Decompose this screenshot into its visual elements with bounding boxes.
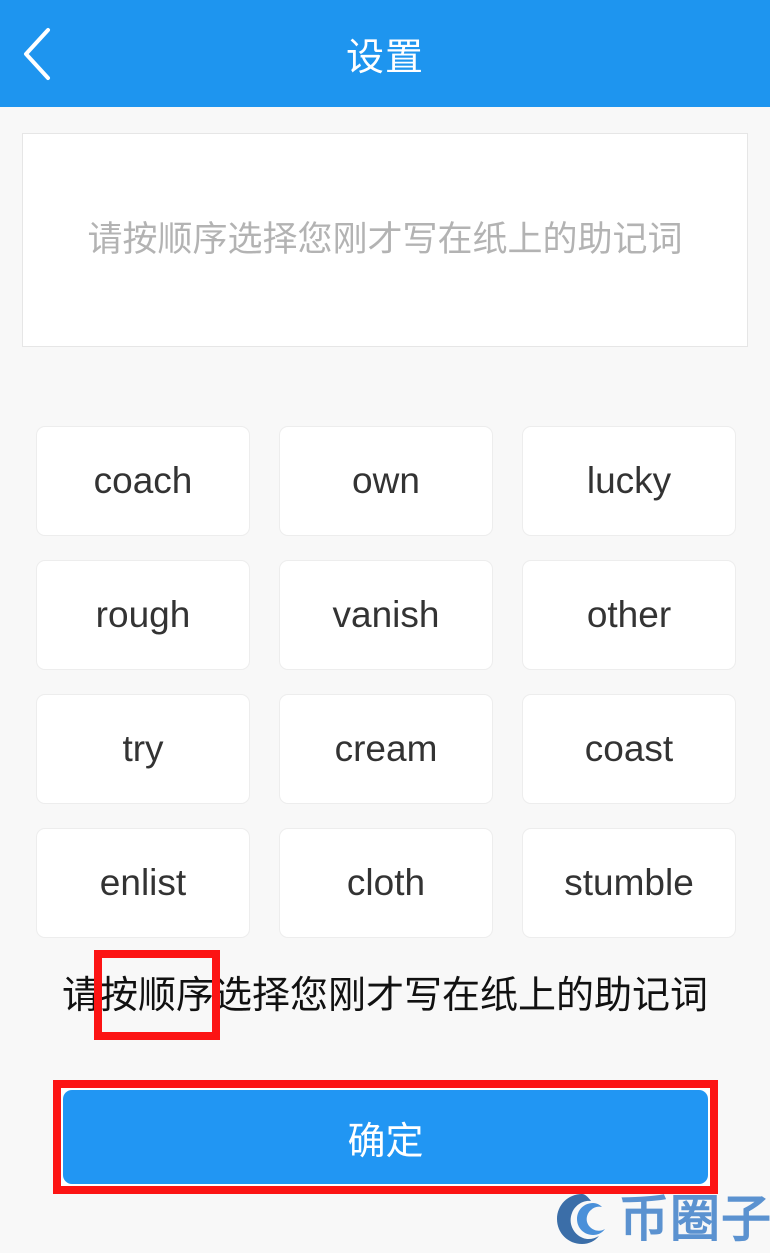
caption-highlight-annotation: 按顺序	[93, 950, 221, 1040]
word-tile[interactable]: rough	[36, 560, 250, 670]
caption-suffix: 选择您刚才写在纸上的助记词	[214, 975, 709, 1017]
coin-swirl-logo-icon	[553, 1190, 611, 1248]
word-tile[interactable]: enlist	[36, 828, 250, 938]
word-tile[interactable]: cloth	[279, 828, 493, 938]
confirm-button[interactable]: 确定	[63, 1090, 708, 1184]
mnemonic-input-placeholder: 请按顺序选择您刚才写在纸上的助记词	[87, 220, 683, 259]
word-tile[interactable]: lucky	[522, 426, 736, 536]
word-tile[interactable]: try	[36, 694, 250, 804]
word-choice-grid: coach own lucky rough vanish other try c…	[36, 426, 736, 938]
watermark: 币圈子	[553, 1188, 770, 1250]
mnemonic-input-area[interactable]: 请按顺序选择您刚才写在纸上的助记词	[22, 133, 748, 347]
page-title: 设置	[345, 37, 424, 79]
word-tile[interactable]: coach	[36, 426, 250, 536]
caption-prefix: 请	[61, 975, 100, 1017]
instruction-caption: 请按顺序选择您刚才写在纸上的助记词	[0, 950, 770, 1040]
word-tile[interactable]: own	[279, 426, 493, 536]
word-tile[interactable]: vanish	[279, 560, 493, 670]
word-tile[interactable]: stumble	[522, 828, 736, 938]
word-tile[interactable]: cream	[279, 694, 493, 804]
confirm-button-annotation: 确定	[53, 1080, 718, 1194]
word-tile[interactable]: coast	[522, 694, 736, 804]
word-tile[interactable]: other	[522, 560, 736, 670]
app-header: 设置	[0, 0, 770, 107]
watermark-text: 币圈子	[619, 1191, 770, 1247]
